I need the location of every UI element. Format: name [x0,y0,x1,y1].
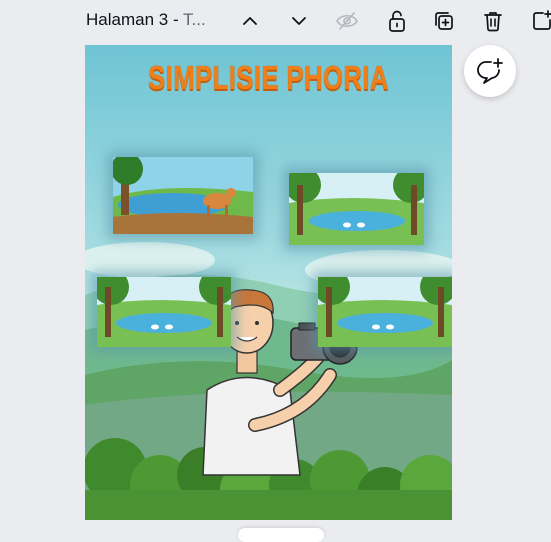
design-title-text[interactable]: SIMPLISIE PHORIA [125,59,411,97]
deer-scene-image [113,157,253,234]
page-title[interactable]: Halaman 3 - T... [86,10,206,30]
lake-scene-image [318,277,452,347]
design-page-canvas[interactable]: SIMPLISIE PHORIA [85,45,452,520]
duplicate-icon [435,12,453,30]
trash-icon [484,12,502,32]
move-page-up-button[interactable] [234,6,266,36]
add-comment-button[interactable] [464,45,516,97]
duplicate-page-button[interactable] [428,6,460,36]
lake-photo-top[interactable] [289,173,424,245]
lake-photo-left[interactable] [97,277,231,347]
lock-page-button[interactable] [381,6,413,36]
chevron-down-icon [292,17,306,25]
page-title-text: Halaman 3 [86,10,169,29]
page-title-separator: - [168,10,184,29]
lake-scene-image [289,173,424,245]
page-subtitle-text: T... [183,10,206,29]
hide-page-button[interactable] [331,6,363,36]
add-page-button[interactable] [526,6,551,36]
bottom-page-control[interactable] [238,528,324,542]
lake-photo-right[interactable] [318,277,452,347]
delete-page-button[interactable] [477,6,509,36]
chevron-up-icon [243,17,257,25]
move-page-down-button[interactable] [283,6,315,36]
deer-photo[interactable] [113,157,253,234]
add-page-icon [533,10,551,30]
page-toolbar: Halaman 3 - T... [0,0,551,44]
lock-icon [389,10,405,32]
add-comment-icon [477,58,503,84]
hide-icon [336,12,358,30]
lake-scene-image [97,277,231,347]
